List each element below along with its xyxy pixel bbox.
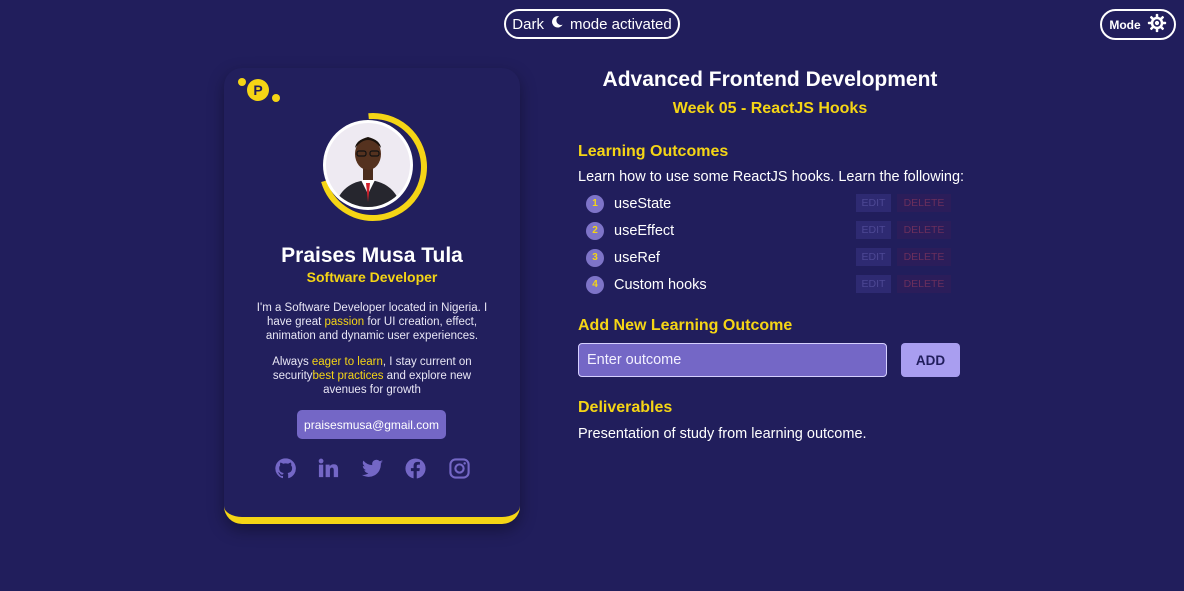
twitter-icon[interactable] [359, 455, 385, 481]
delete-button[interactable]: DELETE [897, 221, 951, 239]
outcome-item: 3 useRef EDIT DELETE [586, 244, 956, 271]
outcome-label: useEffect [614, 222, 675, 239]
edit-button[interactable]: EDIT [856, 275, 891, 293]
add-outcome-heading: Add New Learning Outcome [578, 317, 793, 334]
mode-toggle-label: Mode [1109, 17, 1141, 32]
add-button[interactable]: ADD [901, 343, 960, 377]
github-icon[interactable] [272, 455, 298, 481]
banner-text-before: Dark [512, 15, 544, 33]
delete-button[interactable]: DELETE [897, 194, 951, 212]
bio-highlight: eager to learn [311, 356, 383, 368]
page-subtitle: Week 05 - ReactJS Hooks [672, 100, 868, 117]
learning-outcomes-intro: Learn how to use some ReactJS hooks. Lea… [578, 169, 965, 185]
logo-letter: P [253, 82, 262, 98]
moon-icon [550, 15, 564, 33]
delete-button[interactable]: DELETE [897, 248, 951, 266]
profile-name: Praises Musa Tula [281, 244, 463, 267]
bio-highlight: passion [324, 316, 365, 328]
sun-gear-icon [1147, 13, 1167, 36]
learning-outcomes-heading: Learning Outcomes [578, 143, 729, 160]
brand-logo: P [236, 76, 284, 108]
bio-highlight: best practices [312, 370, 384, 382]
outcome-number: 2 [586, 221, 604, 240]
outcome-item: 2 useEffect EDIT DELETE [586, 217, 956, 244]
outcome-number: 4 [586, 275, 604, 294]
outcome-label: Custom hooks [614, 276, 707, 293]
outcome-label: useRef [614, 249, 660, 266]
linkedin-icon[interactable] [316, 455, 342, 481]
bio-text: Always [272, 356, 312, 368]
edit-button[interactable]: EDIT [856, 194, 891, 212]
outcome-number: 3 [586, 248, 604, 267]
outcome-item: 1 useState EDIT DELETE [586, 190, 956, 217]
email-button[interactable]: praisesmusa@gmail.com [297, 410, 446, 439]
outcome-input[interactable] [578, 343, 887, 377]
social-links [272, 455, 472, 481]
outcome-number: 1 [586, 194, 604, 213]
outcome-list: 1 useState EDIT DELETE 2 useEffect EDIT … [586, 190, 956, 298]
facebook-icon[interactable] [403, 455, 429, 481]
dark-mode-banner: Dark mode activated [504, 9, 680, 39]
edit-button[interactable]: EDIT [856, 248, 891, 266]
deliverables-text: Presentation of study from learning outc… [578, 426, 867, 442]
page-title: Advanced Frontend Development [602, 68, 938, 91]
outcome-label: useState [614, 195, 672, 212]
delete-button[interactable]: DELETE [897, 275, 951, 293]
mode-toggle-button[interactable]: Mode [1100, 9, 1176, 40]
edit-button[interactable]: EDIT [856, 221, 891, 239]
instagram-icon[interactable] [446, 455, 472, 481]
deliverables-heading: Deliverables [578, 399, 673, 416]
profile-bio-paragraph-1: I'm a Software Developer located in Nige… [252, 301, 492, 343]
banner-text-after: mode activated [569, 15, 672, 33]
avatar [318, 110, 434, 226]
profile-role: Software Developer [306, 269, 438, 285]
profile-bio-paragraph-2: Always eager to learn, I stay current on… [252, 355, 492, 397]
outcome-item: 4 Custom hooks EDIT DELETE [586, 271, 956, 298]
